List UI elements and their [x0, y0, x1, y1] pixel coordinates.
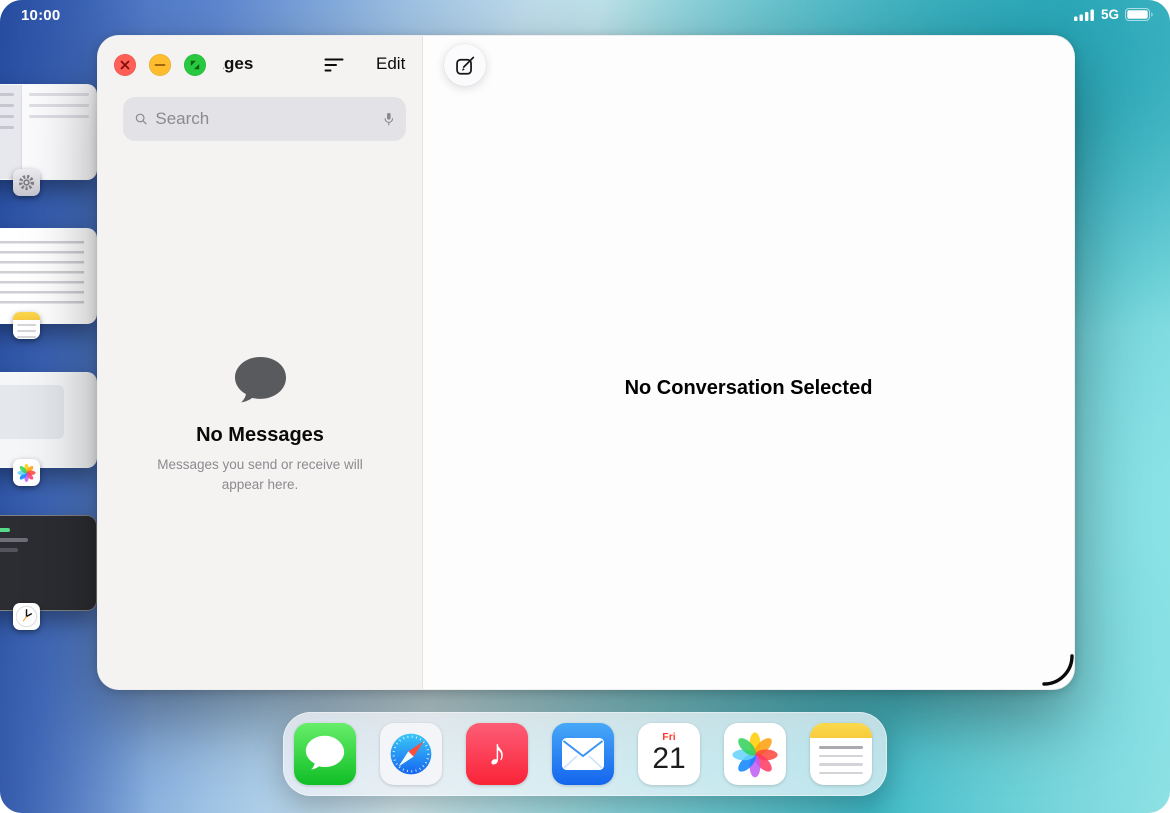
photos-flower-icon	[729, 728, 781, 780]
gear-icon	[16, 172, 37, 193]
no-messages-subtitle: Messages you send or receive will appear…	[141, 455, 379, 494]
search-icon	[135, 110, 147, 128]
sidebar-empty-state: No Messages Messages you send or receive…	[98, 354, 422, 494]
search-field[interactable]	[123, 97, 406, 141]
dock-notes-icon[interactable]	[810, 723, 872, 785]
mail-envelope-icon	[561, 737, 605, 771]
clock-icon	[15, 605, 38, 628]
dock-messages-icon[interactable]	[294, 723, 356, 785]
conversation-sidebar: Messages	[98, 36, 423, 689]
stage-thumbnail-photos[interactable]	[0, 372, 97, 468]
thumbnail-content	[22, 85, 96, 179]
calendar-day: 21	[638, 744, 700, 774]
dock-music-icon[interactable]: ♪	[466, 723, 528, 785]
edit-button[interactable]: Edit	[376, 54, 405, 74]
thumbnail-text-lines	[0, 241, 84, 307]
search-input[interactable]	[155, 109, 376, 129]
dock-photos-icon[interactable]	[724, 723, 786, 785]
compose-icon	[454, 54, 477, 77]
window-resize-handle[interactable]	[1040, 652, 1076, 688]
no-messages-title: No Messages	[98, 424, 422, 447]
dock: ♪ Fri 21	[283, 712, 887, 796]
filter-icon	[322, 53, 346, 77]
filters-button[interactable]	[322, 53, 346, 77]
close-icon	[119, 59, 131, 71]
music-note-icon: ♪	[488, 734, 507, 771]
status-time: 10:00	[21, 7, 60, 24]
photos-flower-icon	[16, 462, 37, 483]
dock-calendar-icon[interactable]: Fri 21	[638, 723, 700, 785]
clock-app-icon[interactable]	[13, 603, 40, 630]
conversation-detail-pane: No Conversation Selected	[423, 36, 1074, 689]
stage-thumbnail-terminal[interactable]	[0, 515, 97, 611]
network-type-label: 5G	[1101, 7, 1119, 22]
window-controls	[112, 51, 224, 79]
compose-button[interactable]	[444, 44, 486, 86]
fullscreen-icon	[189, 59, 201, 71]
no-conversation-title: No Conversation Selected	[625, 377, 873, 400]
thumbnail-sidebar	[0, 85, 22, 179]
notes-icon-header	[810, 723, 872, 738]
fullscreen-window-button[interactable]	[184, 54, 206, 76]
battery-icon	[1125, 8, 1154, 21]
messages-window: Messages	[97, 35, 1075, 690]
close-window-button[interactable]	[114, 54, 136, 76]
stage-thumbnail-settings[interactable]	[0, 84, 97, 180]
thumbnail-image-placeholder	[0, 385, 64, 439]
cellular-signal-icon	[1074, 9, 1095, 21]
notes-icon-header	[13, 312, 40, 320]
settings-app-icon[interactable]	[13, 169, 40, 196]
dock-safari-icon[interactable]	[380, 723, 442, 785]
photos-app-icon[interactable]	[13, 459, 40, 486]
stage-manager-strip	[0, 0, 100, 813]
minimize-icon	[154, 59, 166, 71]
dictation-mic-icon[interactable]	[384, 109, 394, 129]
minimize-window-button[interactable]	[149, 54, 171, 76]
dock-mail-icon[interactable]	[552, 723, 614, 785]
ipad-screen: 10:00 5G	[0, 0, 1170, 813]
status-bar: 10:00 5G	[0, 0, 1170, 28]
stage-thumbnail-document[interactable]	[0, 228, 97, 324]
notes-app-icon[interactable]	[13, 312, 40, 339]
status-indicators: 5G	[1074, 7, 1154, 22]
speech-bubble-icon	[232, 354, 289, 407]
messages-bubble-icon	[303, 733, 347, 775]
safari-compass-icon	[385, 728, 437, 780]
